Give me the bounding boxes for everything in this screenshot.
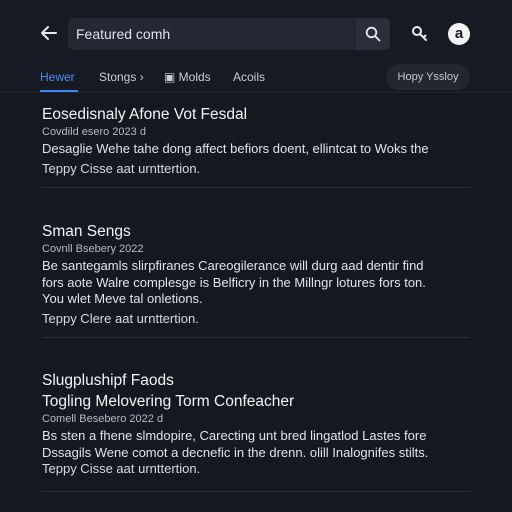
view-toggle-chip[interactable]: Hopy Yssloy <box>386 64 470 90</box>
tab-molds[interactable]: ▣ Molds <box>164 70 211 84</box>
post-date: Covnll Bsebery 2022 <box>42 243 144 255</box>
post-body-line: Dssagils Wene comot a decnefic in the dr… <box>42 444 429 460</box>
post-footer: Teppy Cisse aat urnttertion. <box>42 461 201 476</box>
list-item[interactable]: Slugplushipf Faods Togling Melovering To… <box>42 371 470 492</box>
list-item[interactable]: Eosedisnaly Afone Vot Fesdal Covdild ese… <box>42 105 470 188</box>
top-bar: Featured comh a <box>0 0 512 64</box>
search-button[interactable] <box>356 18 390 50</box>
post-title: Slugplushipf Faods <box>42 372 174 389</box>
post-body-line: fors aote Walre complesge is Belficry in… <box>42 274 426 290</box>
post-body: Bs sten a fhene slmdopire, Carecting unt… <box>42 428 470 461</box>
avatar[interactable]: a <box>448 23 470 45</box>
post-feed: Eosedisnaly Afone Vot Fesdal Covdild ese… <box>0 93 512 512</box>
tab-acoils[interactable]: Acoils <box>233 70 265 84</box>
back-arrow-icon[interactable] <box>38 22 60 44</box>
tab-stongs[interactable]: Stongs › <box>99 70 144 84</box>
post-body-line: Be santegamls slirpfiranes Careogileranc… <box>42 258 424 273</box>
post-title: Sman Sengs <box>42 223 131 240</box>
post-date: Covdild esero 2023 d <box>42 126 146 138</box>
tab-hewer[interactable]: Hewer <box>40 70 75 84</box>
post-subtitle: Togling Melovering Torm Confeacher <box>42 393 295 410</box>
post-body-line: Bs sten a fhene slmdopire, Carecting unt… <box>42 428 427 443</box>
post-date: Comell Besebero 2022 d <box>42 413 164 425</box>
post-footer: Teppy Clere aat urnttertion. <box>42 310 199 326</box>
key-icon[interactable] <box>410 24 430 44</box>
search-input-value: Featured comh <box>76 26 171 42</box>
search-icon <box>365 26 381 42</box>
post-body: Desaglie Wehe tahe dong affect befiors d… <box>42 141 470 158</box>
post-body-line: Desaglie Wehe tahe dong affect befiors d… <box>42 141 429 156</box>
search-input[interactable]: Featured comh <box>68 18 390 50</box>
post-body-line: You wlet Meve tal onletions. <box>42 291 203 306</box>
list-item[interactable]: Sman Sengs Covnll Bsebery 2022 Be santeg… <box>42 222 470 338</box>
post-footer: Teppy Cisse aat urnttertion. <box>42 160 201 176</box>
post-body: Be santegamls slirpfiranes Careogileranc… <box>42 258 470 308</box>
post-title: Eosedisnaly Afone Vot Fesdal <box>42 106 248 123</box>
